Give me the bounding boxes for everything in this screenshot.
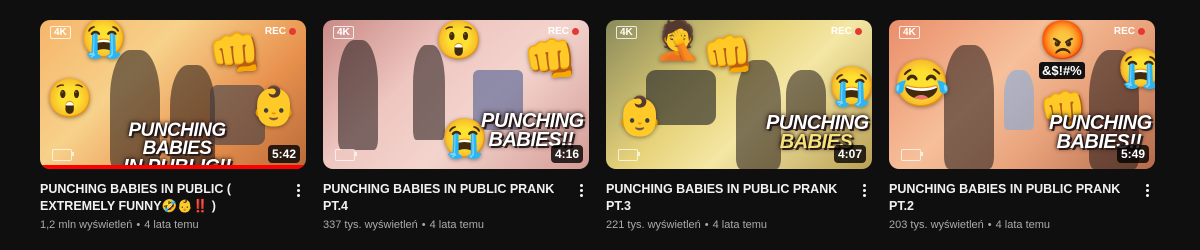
astonished-face-icon: 😲 [46, 78, 94, 120]
video-text: PUNCHING BABIES IN PUBLIC PRANK PT.2 203… [889, 181, 1135, 231]
watched-progress-bar [40, 165, 306, 169]
fist-icon: 👊 [208, 29, 263, 78]
video-card[interactable]: 4K REC 😭 👊 😲 👶 PUNCHING BABIES IN PUBLIC… [40, 20, 306, 231]
view-count: 203 tys. wyświetleń [889, 219, 984, 231]
rec-badge: REC [265, 26, 296, 37]
4k-badge: 4K [333, 26, 354, 39]
battery-icon [901, 149, 923, 161]
4k-badge: 4K [616, 26, 637, 39]
video-duration: 4:16 [550, 145, 583, 163]
angry-face-icon: 😡 [1039, 20, 1087, 62]
kebab-menu-icon[interactable] [1139, 181, 1155, 231]
crying-face-icon: 😭 [828, 66, 872, 108]
rec-label: REC [1113, 26, 1135, 37]
rec-dot-icon [1138, 28, 1145, 35]
view-count: 337 tys. wyświetleń [323, 219, 418, 231]
rec-dot-icon [855, 28, 862, 35]
video-title[interactable]: PUNCHING BABIES IN PUBLIC ( EXTREMELY FU… [40, 181, 286, 215]
upload-age: 4 lata temu [712, 219, 768, 231]
person-figure [944, 45, 994, 169]
video-stats: 221 tys. wyświetleń • 4 lata temu [606, 219, 852, 231]
kebab-menu-icon[interactable] [573, 181, 589, 231]
rec-dot-icon [572, 28, 579, 35]
rec-label: REC [830, 26, 852, 37]
video-card[interactable]: 4K REC 🤦 👊 👶 😭 PUNCHING BABIES 4:07 PUNC… [606, 20, 872, 231]
stats-separator: • [704, 219, 709, 231]
astonished-face-icon: 😲 [435, 20, 483, 62]
laughing-face-icon: 😂 [893, 57, 951, 109]
video-meta: PUNCHING BABIES IN PUBLIC PRANK PT.3 221… [606, 181, 872, 231]
video-meta: PUNCHING BABIES IN PUBLIC PRANK PT.2 203… [889, 181, 1155, 231]
stats-separator: • [987, 219, 992, 231]
4k-badge: 4K [899, 26, 920, 39]
video-thumbnail[interactable]: 4K REC 😭 👊 😲 👶 PUNCHING BABIES IN PUBLIC… [40, 20, 306, 169]
video-row: 4K REC 😭 👊 😲 👶 PUNCHING BABIES IN PUBLIC… [40, 20, 1155, 231]
baby-icon: 👶 [616, 96, 664, 138]
video-meta: PUNCHING BABIES IN PUBLIC PRANK PT.4 337… [323, 181, 589, 231]
video-title[interactable]: PUNCHING BABIES IN PUBLIC PRANK PT.4 [323, 181, 569, 215]
4k-badge: 4K [50, 26, 71, 39]
thumbnail-overlay-text: PUNCHING BABIES IN PUBLIC!! [92, 120, 262, 169]
video-title[interactable]: PUNCHING BABIES IN PUBLIC PRANK PT.3 [606, 181, 852, 215]
video-duration: 5:49 [1116, 145, 1149, 163]
battery-icon [52, 149, 74, 161]
rec-badge: REC [1114, 26, 1145, 37]
upload-age: 4 lata temu [995, 219, 1051, 231]
video-stats: 203 tys. wyświetleń • 4 lata temu [889, 219, 1135, 231]
video-duration: 5:42 [267, 145, 300, 163]
stats-separator: • [421, 219, 426, 231]
rec-dot-icon [289, 28, 296, 35]
view-count: 221 tys. wyświetleń [606, 219, 701, 231]
view-count: 1,2 mln wyświetleń [40, 219, 133, 231]
video-stats: 1,2 mln wyświetleń • 4 lata temu [40, 219, 286, 231]
fist-icon: 👊 [523, 35, 578, 84]
video-thumbnail[interactable]: 4K REC 😂 😡 👊 😭 &$!#% PUNCHING BABIES!! 5… [889, 20, 1155, 169]
video-card[interactable]: 4K REC 😂 😡 👊 😭 &$!#% PUNCHING BABIES!! 5… [889, 20, 1155, 231]
upload-age: 4 lata temu [429, 219, 485, 231]
video-card[interactable]: 4K REC 😲 👊 😭 PUNCHING BABIES!! 4:16 PUNC… [323, 20, 589, 231]
censored-curse-text: &$!#% [1039, 62, 1085, 79]
rec-badge: REC [831, 26, 862, 37]
kebab-menu-icon[interactable] [290, 181, 306, 231]
face-palm-icon: 🤦 [654, 20, 702, 62]
video-text: PUNCHING BABIES IN PUBLIC PRANK PT.4 337… [323, 181, 569, 231]
fist-icon: 👊 [702, 31, 755, 78]
battery-icon [335, 149, 357, 161]
baby-icon: 👶 [250, 86, 298, 128]
baby-doll-figure [1004, 70, 1034, 130]
video-meta: PUNCHING BABIES IN PUBLIC ( EXTREMELY FU… [40, 181, 306, 231]
video-thumbnail[interactable]: 4K REC 😲 👊 😭 PUNCHING BABIES!! 4:16 [323, 20, 589, 169]
video-text: PUNCHING BABIES IN PUBLIC PRANK PT.3 221… [606, 181, 852, 231]
person-figure [338, 40, 378, 150]
video-text: PUNCHING BABIES IN PUBLIC ( EXTREMELY FU… [40, 181, 286, 231]
kebab-menu-icon[interactable] [856, 181, 872, 231]
upload-age: 4 lata temu [144, 219, 199, 231]
crying-face-icon: 😭 [80, 20, 128, 60]
stats-separator: • [136, 219, 141, 231]
battery-icon [618, 149, 640, 161]
video-duration: 4:07 [833, 145, 866, 163]
rec-label: REC [264, 26, 286, 37]
video-stats: 337 tys. wyświetleń • 4 lata temu [323, 219, 569, 231]
video-title[interactable]: PUNCHING BABIES IN PUBLIC PRANK PT.2 [889, 181, 1135, 215]
crying-face-icon: 😭 [1117, 48, 1155, 90]
overlay-line-1: PUNCHING BABIES [128, 120, 226, 160]
video-thumbnail[interactable]: 4K REC 🤦 👊 👶 😭 PUNCHING BABIES 4:07 [606, 20, 872, 169]
